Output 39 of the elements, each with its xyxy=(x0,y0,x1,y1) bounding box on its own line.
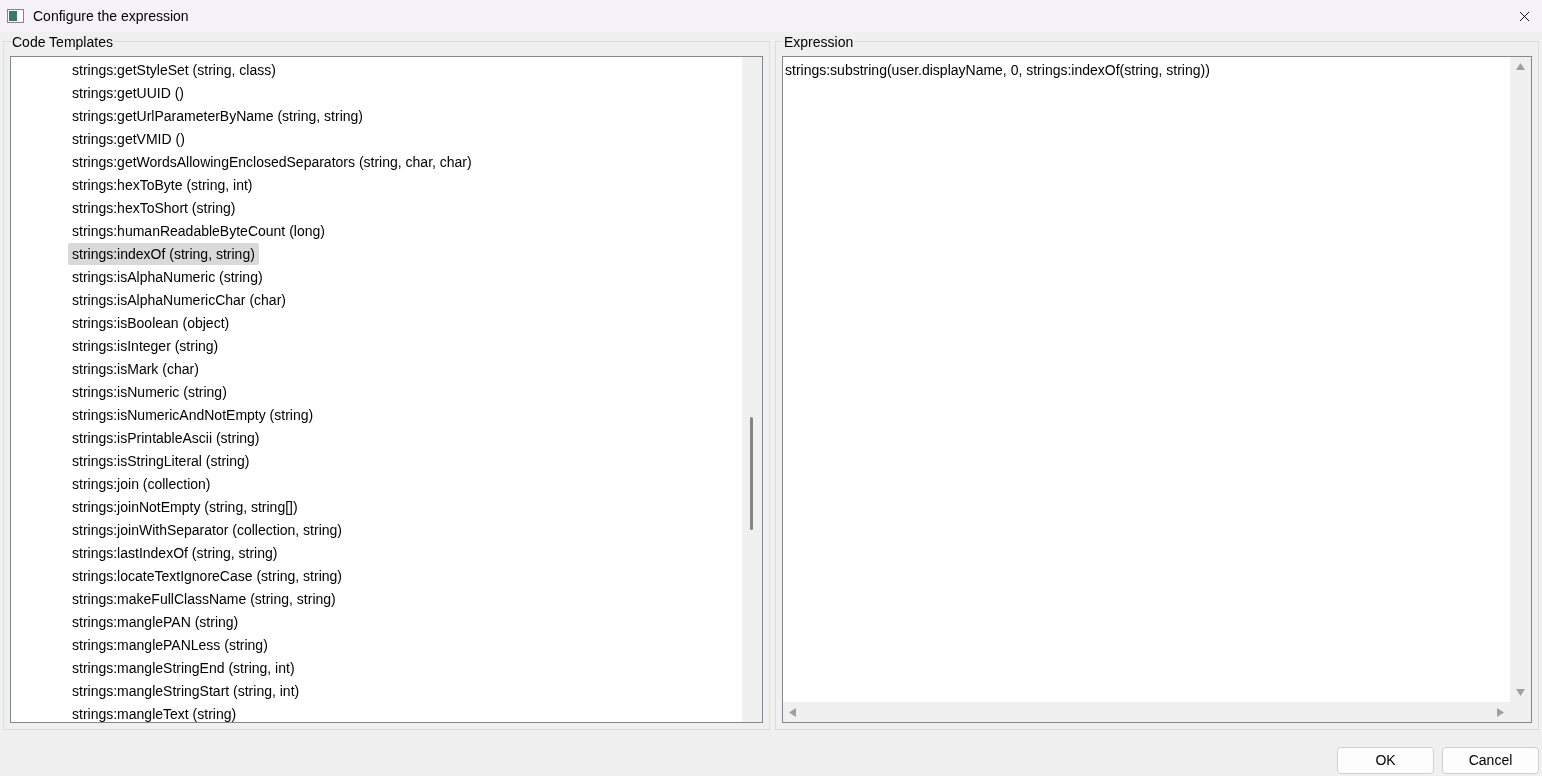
template-item[interactable]: strings:joinNotEmpty (string, string[]) xyxy=(72,495,298,518)
template-item[interactable]: strings:hexToByte (string, int) xyxy=(72,173,253,196)
template-item[interactable]: strings:manglePANLess (string) xyxy=(72,633,268,656)
template-item[interactable]: strings:joinWithSeparator (collection, string) xyxy=(72,518,342,541)
scrollbar-thumb[interactable] xyxy=(750,417,753,530)
template-item[interactable]: strings:hexToShort (string) xyxy=(72,196,236,219)
scrollbar[interactable] xyxy=(742,57,762,722)
dialog-button[interactable]: Cancel xyxy=(1442,747,1539,774)
template-item[interactable]: strings:indexOf (string, string) xyxy=(68,242,259,265)
template-item[interactable]: strings:isAlphaNumeric (string) xyxy=(72,265,263,288)
template-item[interactable]: strings:getUrlParameterByName (string, string) xyxy=(72,104,363,127)
template-item[interactable]: strings:isStringLiteral (string) xyxy=(72,449,250,472)
window-title: Configure the expression xyxy=(33,6,189,26)
template-item[interactable]: strings:mangleStringStart (string, int) xyxy=(72,679,300,702)
template-item[interactable]: strings:makeFullClassName (string, string) xyxy=(72,587,336,610)
template-item[interactable]: strings:getStyleSet (string, class) xyxy=(72,58,276,81)
template-item[interactable]: strings:isMark (char) xyxy=(72,357,199,380)
template-item[interactable]: strings:isPrintableAscii (string) xyxy=(72,426,260,449)
scroll-left-icon[interactable] xyxy=(789,707,796,717)
template-item[interactable]: strings:getWordsAllowingEnclosedSeparators (string, char, char) xyxy=(72,150,472,173)
template-item[interactable]: strings:humanReadableByteCount (long) xyxy=(72,219,325,242)
template-item[interactable]: strings:locateTextIgnoreCase (string, string) xyxy=(72,564,342,587)
template-item[interactable]: strings:isAlphaNumericChar (char) xyxy=(72,288,286,311)
template-item[interactable]: strings:isNumeric (string) xyxy=(72,380,227,403)
scroll-right-icon[interactable] xyxy=(1497,707,1504,717)
scroll-down-icon[interactable] xyxy=(1516,689,1525,696)
template-item[interactable]: strings:lastIndexOf (string, string) xyxy=(72,541,278,564)
template-item[interactable]: strings:getVMID () xyxy=(72,127,185,150)
template-item[interactable]: strings:mangleStringEnd (string, int) xyxy=(72,656,295,679)
template-item[interactable]: strings:join (collection) xyxy=(72,472,211,495)
template-item[interactable]: strings:isInteger (string) xyxy=(72,334,219,357)
template-item[interactable]: strings:isNumericAndNotEmpty (string) xyxy=(72,403,314,426)
template-item[interactable]: strings:manglePAN (string) xyxy=(72,610,239,633)
dialog-button[interactable]: OK xyxy=(1337,747,1434,774)
template-item[interactable]: strings:isBoolean (object) xyxy=(72,311,230,334)
template-item[interactable]: strings:mangleText (string) xyxy=(72,702,237,722)
scroll-up-icon[interactable] xyxy=(1516,63,1525,70)
template-item[interactable]: strings:getUUID () xyxy=(72,81,185,104)
window-app-icon xyxy=(7,9,24,23)
